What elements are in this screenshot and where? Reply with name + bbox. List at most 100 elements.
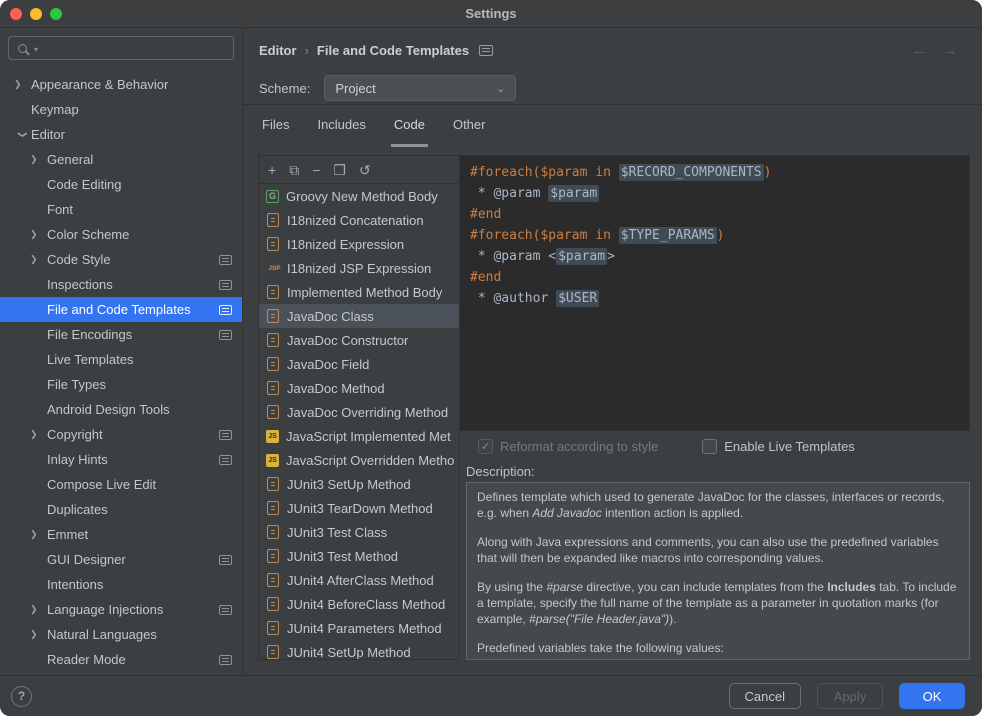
sidebar-item-reader-mode[interactable]: Reader Mode	[0, 647, 242, 672]
code-line: #end	[470, 267, 959, 288]
template-item-junit3-test-class[interactable]: JUnit3 Test Class	[259, 520, 459, 544]
description-paragraph: By using the #parse directive, you can i…	[477, 579, 959, 627]
tab-includes[interactable]: Includes	[314, 105, 368, 147]
template-item-label: I18nized Concatenation	[287, 213, 424, 228]
tab-code[interactable]: Code	[391, 105, 428, 147]
sidebar-item-inspections[interactable]: Inspections	[0, 272, 242, 297]
sidebar-item-appearance-behavior[interactable]: ❯Appearance & Behavior	[0, 72, 242, 97]
apply-button[interactable]: Apply	[817, 683, 883, 709]
chevron-right-icon[interactable]: ❯	[30, 429, 47, 440]
scheme-dropdown[interactable]: Project ⌄	[324, 75, 516, 101]
sidebar-item-intentions[interactable]: Intentions	[0, 572, 242, 597]
sidebar-item-label: Code Style	[47, 252, 219, 267]
screen-badge-icon	[219, 280, 232, 290]
forward-arrow-icon[interactable]: →	[943, 42, 958, 59]
breadcrumb-file-and-code-templates[interactable]: File and Code Templates	[317, 43, 469, 58]
duplicate-icon[interactable]: ❐	[333, 163, 346, 177]
template-item-javascript-implemented-met[interactable]: JSJavaScript Implemented Met	[259, 424, 459, 448]
window-title: Settings	[465, 6, 516, 21]
sidebar-item-code-style[interactable]: ❯Code Style	[0, 247, 242, 272]
chevron-right-icon[interactable]: ❯	[30, 154, 47, 165]
sidebar-item-copyright[interactable]: ❯Copyright	[0, 422, 242, 447]
sidebar-item-font[interactable]: Font	[0, 197, 242, 222]
scheme-value: Project	[335, 81, 375, 96]
sidebar-item-file-types[interactable]: File Types	[0, 372, 242, 397]
sidebar-item-color-scheme[interactable]: ❯Color Scheme	[0, 222, 242, 247]
sidebar-item-inlay-hints[interactable]: Inlay Hints	[0, 447, 242, 472]
tabs: Files Includes Code Other	[243, 105, 982, 147]
help-button[interactable]: ?	[11, 686, 32, 707]
search-input[interactable]: ▾	[8, 36, 234, 60]
sidebar-item-natural-languages[interactable]: ❯Natural Languages	[0, 622, 242, 647]
template-item-javadoc-method[interactable]: JavaDoc Method	[259, 376, 459, 400]
sidebar-item-duplicates[interactable]: Duplicates	[0, 497, 242, 522]
remove-icon[interactable]: −	[312, 163, 320, 177]
template-item-junit3-test-method[interactable]: JUnit3 Test Method	[259, 544, 459, 568]
chevron-right-icon[interactable]: ❯	[30, 254, 47, 265]
reset-icon[interactable]: ↺	[359, 163, 371, 177]
chevron-right-icon[interactable]: ❯	[30, 229, 47, 240]
template-item-label: JavaScript Overridden Metho	[286, 453, 454, 468]
template-item-junit4-afterclass-method[interactable]: JUnit4 AfterClass Method	[259, 568, 459, 592]
tpl-icon	[266, 597, 280, 611]
sidebar-item-editor[interactable]: ❯Editor	[0, 122, 242, 147]
sidebar-item-compose-live-edit[interactable]: Compose Live Edit	[0, 472, 242, 497]
breadcrumb: Editor › File and Code Templates ← →	[243, 28, 982, 72]
sidebar-item-language-injections[interactable]: ❯Language Injections	[0, 597, 242, 622]
sidebar-item-emmet[interactable]: ❯Emmet	[0, 522, 242, 547]
template-item-i18nized-expression[interactable]: I18nized Expression	[259, 232, 459, 256]
chevron-right-icon[interactable]: ❯	[14, 79, 31, 90]
sidebar-item-gui-designer[interactable]: GUI Designer	[0, 547, 242, 572]
breadcrumb-editor[interactable]: Editor	[259, 43, 297, 58]
sidebar-item-general[interactable]: ❯General	[0, 147, 242, 172]
chevron-right-icon[interactable]: ❯	[30, 604, 47, 615]
template-item-implemented-method-body[interactable]: Implemented Method Body	[259, 280, 459, 304]
minimize-button[interactable]	[30, 8, 42, 20]
sidebar-item-code-editing[interactable]: Code Editing	[0, 172, 242, 197]
live-templates-option[interactable]: Enable Live Templates	[702, 439, 855, 454]
template-item-javadoc-constructor[interactable]: JavaDoc Constructor	[259, 328, 459, 352]
template-item-javadoc-field[interactable]: JavaDoc Field	[259, 352, 459, 376]
code-line: #end	[470, 204, 959, 225]
chevron-right-icon[interactable]: ❯	[30, 629, 47, 640]
scheme-label: Scheme:	[259, 81, 310, 96]
template-item-label: JUnit3 SetUp Method	[287, 477, 411, 492]
copy-icon[interactable]: ⧉	[289, 163, 299, 177]
template-item-i18nized-concatenation[interactable]: I18nized Concatenation	[259, 208, 459, 232]
reformat-option[interactable]: Reformat according to style	[478, 439, 658, 454]
ok-button[interactable]: OK	[899, 683, 965, 709]
template-item-label: JUnit4 BeforeClass Method	[287, 597, 445, 612]
code-line: #foreach($param in $TYPE_PARAMS)	[470, 225, 959, 246]
tab-other[interactable]: Other	[450, 105, 489, 147]
template-item-junit3-teardown-method[interactable]: JUnit3 TearDown Method	[259, 496, 459, 520]
chevron-down-icon[interactable]: ❯	[17, 126, 28, 143]
sidebar-item-keymap[interactable]: Keymap	[0, 97, 242, 122]
js-icon: JS	[266, 454, 279, 467]
sidebar-item-live-templates[interactable]: Live Templates	[0, 347, 242, 372]
template-item-i18nized-jsp-expression[interactable]: JSPI18nized JSP Expression	[259, 256, 459, 280]
template-item-javadoc-class[interactable]: JavaDoc Class	[259, 304, 459, 328]
cancel-button[interactable]: Cancel	[729, 683, 801, 709]
template-item-groovy-new-method-body[interactable]: GGroovy New Method Body	[259, 184, 459, 208]
sidebar-item-label: Language Injections	[47, 602, 219, 617]
checkbox-checked-icon[interactable]	[478, 439, 493, 454]
zoom-button[interactable]	[50, 8, 62, 20]
template-item-javascript-overridden-metho[interactable]: JS JavaScript Overridden Metho	[259, 448, 459, 472]
tab-files[interactable]: Files	[259, 105, 292, 147]
back-arrow-icon[interactable]: ←	[912, 42, 927, 59]
sidebar-item-file-and-code-templates[interactable]: File and Code Templates	[0, 297, 242, 322]
sidebar-item-android-design-tools[interactable]: Android Design Tools	[0, 397, 242, 422]
template-item-junit4-beforeclass-method[interactable]: JUnit4 BeforeClass Method	[259, 592, 459, 616]
chevron-right-icon[interactable]: ❯	[30, 529, 47, 540]
template-item-label: I18nized JSP Expression	[287, 261, 431, 276]
close-button[interactable]	[10, 8, 22, 20]
sidebar-item-file-encodings[interactable]: File Encodings	[0, 322, 242, 347]
template-item-javadoc-overriding-method[interactable]: JavaDoc Overriding Method	[259, 400, 459, 424]
template-item-junit3-setup-method[interactable]: JUnit3 SetUp Method	[259, 472, 459, 496]
template-item-junit4-parameters-method[interactable]: JUnit4 Parameters Method	[259, 616, 459, 640]
checkbox-unchecked-icon[interactable]	[702, 439, 717, 454]
add-icon[interactable]: +	[268, 163, 276, 177]
template-editor[interactable]: #foreach($param in $RECORD_COMPONENTS) *…	[460, 155, 970, 431]
template-item-junit4-setup-method[interactable]: JUnit4 SetUp Method	[259, 640, 459, 659]
sidebar: ▾ ❯Appearance & BehaviorKeymap❯Editor❯Ge…	[0, 28, 243, 675]
